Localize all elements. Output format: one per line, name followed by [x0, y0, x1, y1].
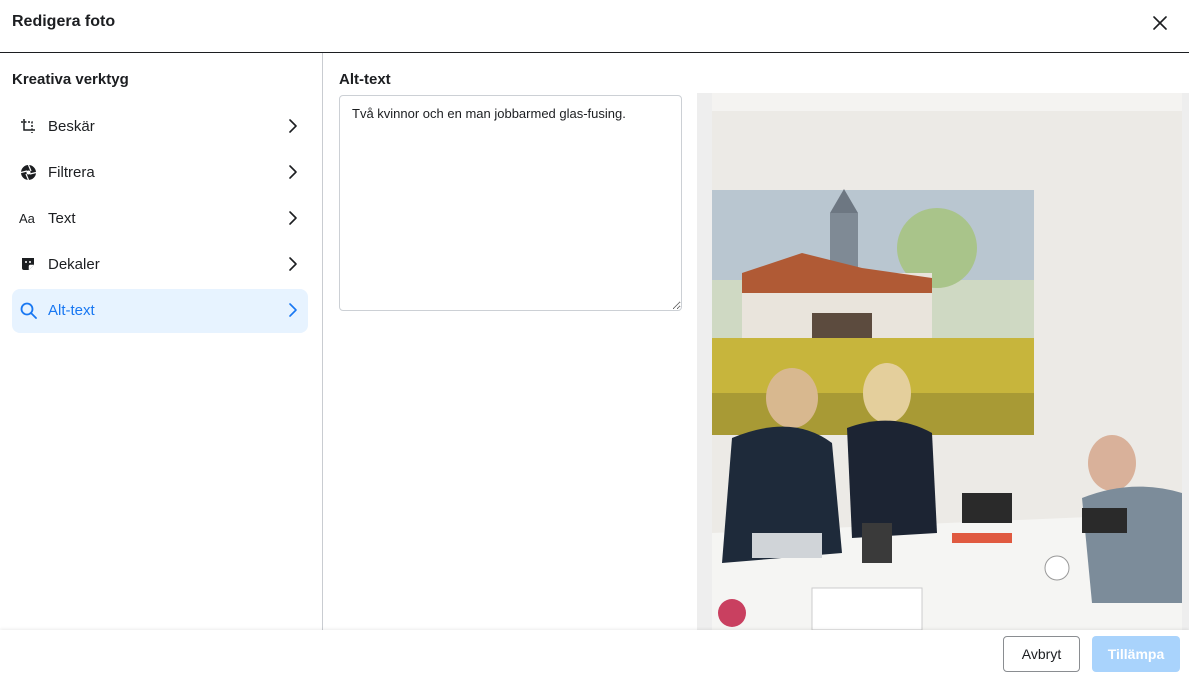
alt-text-heading: Alt-text	[339, 71, 391, 88]
apply-button[interactable]: Tillämpa	[1092, 636, 1180, 672]
text-aa-icon: Aa	[19, 209, 37, 227]
search-icon	[19, 301, 37, 319]
tool-label: Beskär	[48, 118, 95, 135]
tool-label: Text	[48, 210, 76, 227]
close-button[interactable]	[1149, 12, 1171, 34]
chevron-right-icon	[289, 119, 297, 133]
edit-photo-dialog: Redigera foto Kreativa verktyg Beskär Fi…	[0, 0, 1189, 679]
photo-image	[712, 93, 1182, 630]
sidebar-title: Kreativa verktyg	[12, 71, 129, 88]
chevron-right-icon	[289, 303, 297, 317]
tool-label: Dekaler	[48, 256, 100, 273]
tool-item-alt-text[interactable]: Alt-text	[12, 289, 308, 333]
chevron-right-icon	[289, 211, 297, 225]
sticker-icon	[19, 255, 37, 273]
svg-text:Aa: Aa	[19, 211, 36, 225]
cancel-button[interactable]: Avbryt	[1003, 636, 1080, 672]
tool-item-crop[interactable]: Beskär	[12, 105, 308, 149]
tool-item-text[interactable]: Aa Text	[12, 197, 308, 241]
close-icon	[1153, 16, 1167, 30]
filter-aperture-icon	[19, 163, 37, 181]
alt-text-input[interactable]: Två kvinnor och en man jobbarmed glas-fu…	[339, 95, 682, 311]
dialog-footer: Avbryt Tillämpa	[0, 630, 1189, 679]
dialog-title: Redigera foto	[12, 13, 116, 30]
tool-item-filter[interactable]: Filtrera	[12, 151, 308, 195]
dialog-header: Redigera foto	[0, 0, 1189, 53]
tool-label: Filtrera	[48, 164, 95, 181]
tool-label: Alt-text	[48, 302, 95, 319]
chevron-right-icon	[289, 257, 297, 271]
photo-preview	[697, 93, 1189, 630]
tool-item-stickers[interactable]: Dekaler	[12, 243, 308, 287]
tool-list: Beskär Filtrera Aa Text Dekaler Alt-text	[12, 105, 308, 335]
creative-tools-sidebar: Kreativa verktyg Beskär Filtrera Aa Text…	[0, 53, 323, 630]
crop-icon	[19, 117, 37, 135]
chevron-right-icon	[289, 165, 297, 179]
